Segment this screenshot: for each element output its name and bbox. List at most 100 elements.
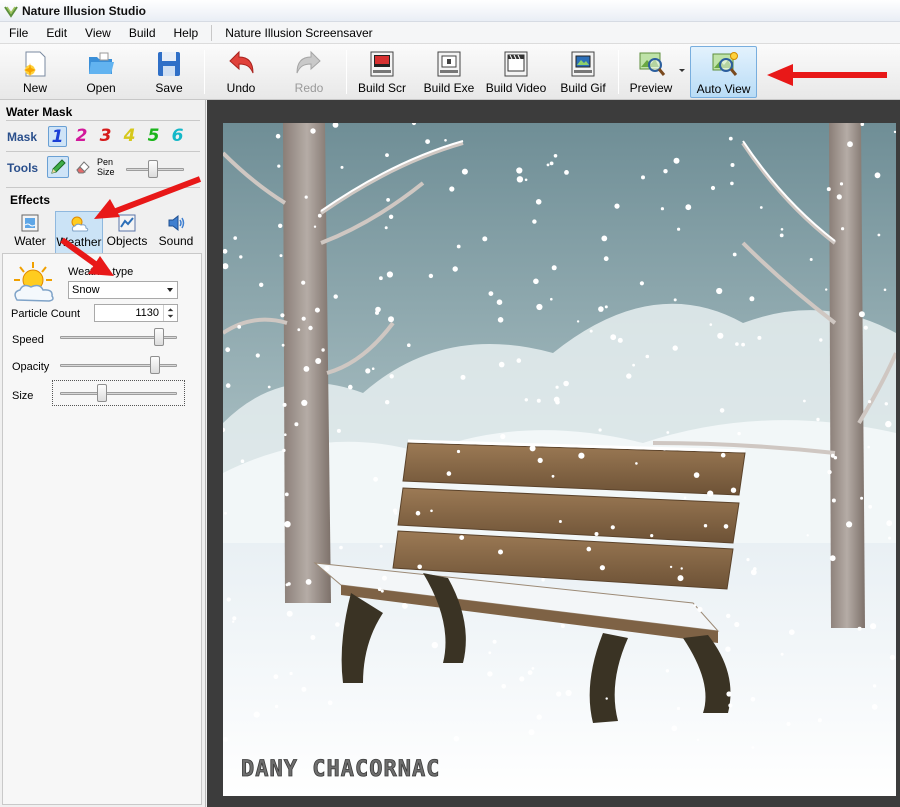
snowflake <box>226 597 231 602</box>
snowflake <box>536 303 543 311</box>
tab-weather[interactable]: Weather <box>55 211 103 253</box>
snowflake <box>240 459 245 464</box>
snowflake <box>565 689 572 697</box>
snowflake <box>533 278 539 285</box>
weather-type-dropdown[interactable]: Snow <box>68 281 178 299</box>
snowflake <box>639 281 644 286</box>
objects-icon <box>118 214 136 232</box>
snowflake <box>428 273 434 279</box>
snowflake <box>551 265 557 271</box>
divider <box>6 151 200 152</box>
menu-build[interactable]: Build <box>120 22 165 44</box>
pen-size-slider-thumb[interactable] <box>148 160 158 178</box>
menu-view[interactable]: View <box>76 22 120 44</box>
snowflake <box>886 520 893 527</box>
snowflake <box>287 582 291 586</box>
snowflake <box>751 746 755 749</box>
size-slider-track[interactable] <box>60 392 177 395</box>
preview-dropdown-icon[interactable] <box>678 68 686 74</box>
snowflake <box>680 567 683 570</box>
menu-project-name[interactable]: Nature Illusion Screensaver <box>216 22 381 44</box>
mask-4-button[interactable]: 4 <box>120 126 139 147</box>
tab-objects[interactable]: Objects <box>105 211 149 253</box>
mask-3-label: 3 <box>99 126 112 146</box>
snowflake <box>278 223 283 228</box>
snowflake <box>339 545 343 550</box>
build-screensaver-icon <box>370 51 394 77</box>
snowflake <box>858 311 865 318</box>
snowflake <box>274 704 279 709</box>
mask-5-button[interactable]: 5 <box>144 126 163 147</box>
snowflake <box>280 313 285 318</box>
snowflake <box>829 555 836 562</box>
snowflake <box>519 676 525 682</box>
build-scr-button[interactable]: Build Scr <box>356 46 408 98</box>
snowflake <box>536 398 541 403</box>
snowflake <box>685 204 692 211</box>
mask-2-button[interactable]: 2 <box>72 126 91 147</box>
snowflake <box>601 235 608 242</box>
build-video-button[interactable]: Build Video <box>486 46 546 98</box>
snowflake <box>867 445 870 449</box>
mask-6-button[interactable]: 6 <box>168 126 187 147</box>
new-button[interactable]: New <box>10 46 60 98</box>
snowflake <box>563 380 569 387</box>
snowflake <box>737 431 741 436</box>
snowflake <box>779 233 784 238</box>
menu-help[interactable]: Help <box>165 22 208 44</box>
snowflake <box>610 525 615 530</box>
snowflake <box>301 280 306 285</box>
pen-tool-button[interactable] <box>47 156 69 178</box>
snowflake <box>732 252 737 257</box>
snowflake <box>604 305 608 309</box>
snowflake <box>836 194 842 200</box>
scene-preview-image[interactable]: DANY CHACORNAC <box>223 123 896 796</box>
snowflake <box>831 498 836 503</box>
auto-view-button[interactable]: Auto View <box>690 46 757 98</box>
snowflake <box>305 579 312 585</box>
preview-button[interactable]: Preview <box>626 46 676 98</box>
eraser-icon[interactable] <box>74 158 92 176</box>
weather-type-label: Weather type <box>68 266 134 278</box>
menu-edit[interactable]: Edit <box>37 22 76 44</box>
speed-slider-thumb[interactable] <box>154 328 165 346</box>
particle-count-value: 1130 <box>135 307 159 319</box>
snowflake <box>459 535 465 540</box>
spin-up-down-icon[interactable] <box>163 305 177 321</box>
open-button[interactable]: Open <box>76 46 126 98</box>
undo-button[interactable]: Undo <box>216 46 266 98</box>
snowflake <box>275 133 281 139</box>
snowflake <box>707 490 714 497</box>
snowflake <box>501 684 507 689</box>
snowflake <box>749 296 755 302</box>
snowflake <box>281 343 285 347</box>
snowflake <box>497 317 504 323</box>
snowflake <box>301 686 307 692</box>
snowflake <box>335 622 340 627</box>
snowflake <box>806 534 809 537</box>
snowflake <box>556 691 562 697</box>
speaker-icon <box>168 214 185 232</box>
particle-count-spinner[interactable]: 1130 <box>94 304 178 322</box>
tab-sound[interactable]: Sound <box>154 211 198 253</box>
redo-button[interactable]: Redo <box>284 46 334 98</box>
snowflake <box>725 646 731 652</box>
snowflake <box>417 564 422 570</box>
snowflake <box>868 504 873 509</box>
opacity-slider-thumb[interactable] <box>149 356 160 374</box>
mask-3-button[interactable]: 3 <box>96 126 115 147</box>
snowflake <box>371 367 375 370</box>
mask-1-button[interactable]: 1 <box>48 126 67 147</box>
build-gif-button[interactable]: Build Gif <box>558 46 608 98</box>
snowflake <box>645 354 650 359</box>
menu-file[interactable]: File <box>0 22 37 44</box>
build-video-icon <box>504 51 528 77</box>
save-button[interactable]: Save <box>144 46 194 98</box>
snowflake <box>594 532 599 536</box>
tab-water[interactable]: Water <box>8 211 52 253</box>
snowflake <box>757 335 762 340</box>
build-exe-button[interactable]: Build Exe <box>422 46 476 98</box>
snowflake <box>225 383 231 388</box>
size-slider-thumb[interactable] <box>97 384 108 402</box>
chevron-down-icon <box>167 288 173 292</box>
